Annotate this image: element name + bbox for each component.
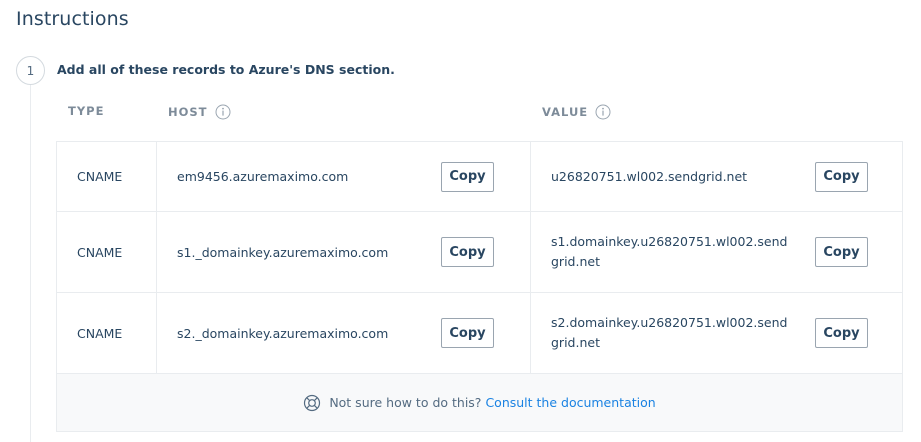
table-row: CNAME s1._domainkey.azuremaximo.com Copy… bbox=[57, 212, 902, 293]
copy-host-button[interactable]: Copy bbox=[441, 161, 494, 192]
value-info-icon[interactable] bbox=[595, 104, 611, 120]
table-row: CNAME em9456.azuremaximo.com Copy u26820… bbox=[57, 142, 902, 212]
lifebuoy-icon bbox=[304, 394, 321, 411]
help-footer: Not sure how to do this? Consult the doc… bbox=[56, 373, 903, 432]
table-row: CNAME s2._domainkey.azuremaximo.com Copy… bbox=[57, 293, 902, 374]
record-host-cell: s2._domainkey.azuremaximo.com Copy bbox=[157, 293, 531, 373]
column-header-type: TYPE bbox=[68, 104, 104, 118]
record-host: s1._domainkey.azuremaximo.com bbox=[177, 244, 389, 260]
record-host-cell: s1._domainkey.azuremaximo.com Copy bbox=[157, 212, 531, 292]
column-header-value: VALUE bbox=[542, 104, 611, 120]
record-value-cell: s1.domainkey.u26820751.wl002.sendgrid.ne… bbox=[531, 212, 902, 292]
record-type: CNAME bbox=[77, 169, 123, 184]
record-host: s2._domainkey.azuremaximo.com bbox=[177, 325, 389, 341]
copy-value-button[interactable]: Copy bbox=[815, 318, 868, 348]
dns-records-table: CNAME em9456.azuremaximo.com Copy u26820… bbox=[56, 141, 903, 374]
column-header-type-label: TYPE bbox=[68, 104, 105, 118]
record-type-cell: CNAME bbox=[57, 212, 157, 292]
page-title: Instructions bbox=[16, 8, 129, 30]
column-header-host: HOST bbox=[168, 104, 231, 120]
step-number-badge: 1 bbox=[16, 56, 45, 85]
record-type: CNAME bbox=[77, 244, 123, 260]
copy-value-button[interactable]: Copy bbox=[815, 237, 868, 267]
step-connector-line bbox=[30, 85, 31, 442]
record-type-cell: CNAME bbox=[57, 293, 157, 373]
copy-host-button[interactable]: Copy bbox=[441, 237, 494, 267]
copy-value-button[interactable]: Copy bbox=[815, 161, 868, 192]
step-instruction-text: Add all of these records to Azure's DNS … bbox=[57, 62, 395, 77]
record-value: s1.domainkey.u26820751.wl002.sendgrid.ne… bbox=[551, 234, 788, 269]
record-host-cell: em9456.azuremaximo.com Copy bbox=[157, 142, 531, 211]
column-header-host-label: HOST bbox=[168, 105, 208, 119]
record-type: CNAME bbox=[77, 325, 123, 341]
record-value: s2.domainkey.u26820751.wl002.sendgrid.ne… bbox=[551, 315, 788, 350]
record-host: em9456.azuremaximo.com bbox=[177, 169, 349, 184]
help-text: Not sure how to do this? bbox=[329, 395, 482, 410]
documentation-link[interactable]: Consult the documentation bbox=[485, 395, 655, 410]
copy-host-button[interactable]: Copy bbox=[441, 318, 494, 348]
record-value: u26820751.wl002.sendgrid.net bbox=[551, 168, 748, 184]
record-value-cell: u26820751.wl002.sendgrid.net Copy bbox=[531, 142, 902, 211]
column-header-value-label: VALUE bbox=[542, 105, 589, 119]
host-info-icon[interactable] bbox=[215, 104, 231, 120]
record-type-cell: CNAME bbox=[57, 142, 157, 211]
record-value-cell: s2.domainkey.u26820751.wl002.sendgrid.ne… bbox=[531, 293, 902, 373]
